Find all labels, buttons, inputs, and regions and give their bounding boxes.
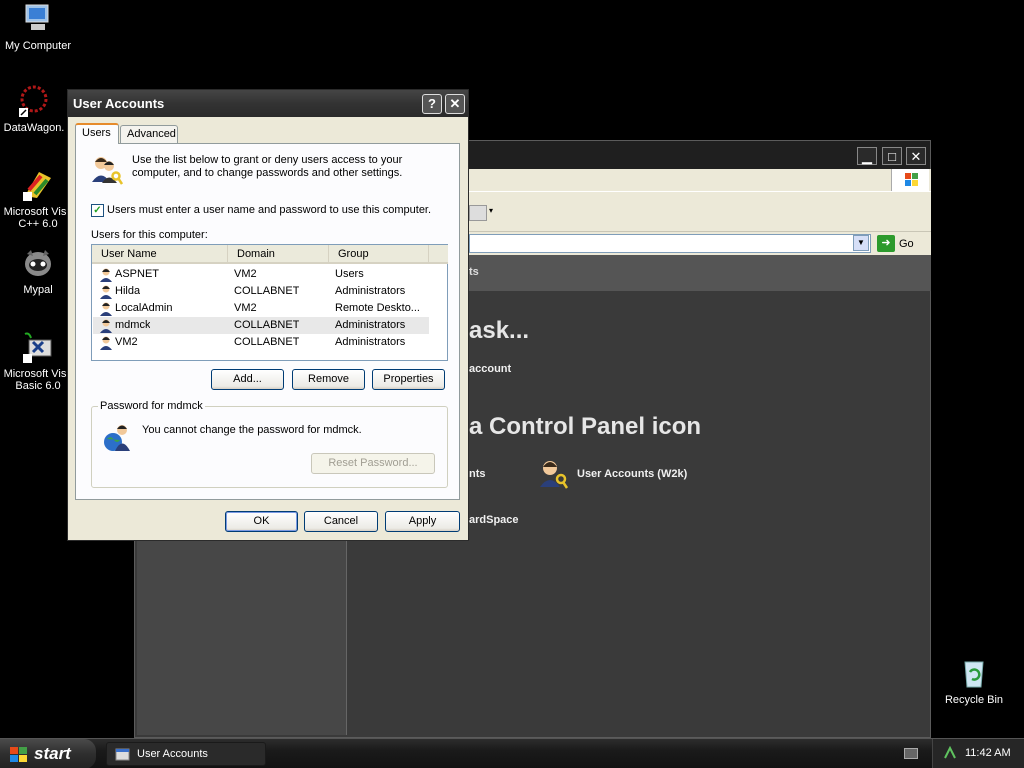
change-account-link[interactable]: account — [469, 363, 511, 375]
user-globe-icon — [102, 421, 134, 453]
network-icon[interactable] — [943, 745, 957, 760]
table-row-selected[interactable]: mdmck COLLABNET Administrators — [93, 317, 429, 334]
must-enter-password-checkbox[interactable]: ✓ — [91, 204, 104, 217]
apply-button[interactable]: Apply — [385, 511, 460, 532]
add-user-button[interactable]: Add... — [211, 369, 284, 390]
start-label: start — [34, 744, 71, 763]
desktop-icon-datawagon[interactable]: DataWagon. — [0, 84, 74, 134]
address-input[interactable] — [469, 234, 871, 253]
user-name-cell: mdmck — [115, 319, 151, 331]
user-accounts-task-icon — [115, 747, 130, 762]
header-band: ts — [469, 255, 931, 291]
user-name-cell: Hilda — [115, 285, 141, 297]
tab-users[interactable]: Users — [75, 123, 119, 144]
table-row[interactable]: VM2 COLLABNET Administrators — [93, 334, 429, 351]
user-name-cell: ASPNET — [115, 268, 160, 280]
header-band-text: ts — [469, 266, 479, 278]
domain-cell: VM2 — [234, 302, 257, 314]
cancel-button[interactable]: Cancel — [304, 511, 378, 532]
taskbar: start User Accounts 11:42 AM — [0, 738, 1024, 768]
ok-button[interactable]: OK — [225, 511, 298, 532]
toolbar: ▾ — [469, 191, 931, 231]
pick-control-panel-icon-heading: a Control Panel icon — [469, 413, 702, 440]
pick-a-task-heading: ask... — [469, 317, 530, 344]
column-header-group[interactable]: Group — [329, 245, 429, 264]
must-enter-password-label[interactable]: Users must enter a user name and passwor… — [107, 204, 431, 216]
cardspace-link[interactable]: ardSpace — [469, 514, 519, 526]
users-list-label: Users for this computer: — [91, 229, 208, 241]
column-header-user-name[interactable]: User Name — [92, 245, 228, 264]
visual-basic-icon — [21, 330, 55, 364]
taskbar-item-user-accounts[interactable]: User Accounts — [106, 742, 266, 766]
user-icon — [98, 284, 113, 299]
password-message: You cannot change the password for mdmck… — [142, 424, 362, 436]
go-arrow-icon[interactable]: ➜ — [877, 235, 895, 252]
remove-user-button[interactable]: Remove — [292, 369, 365, 390]
users-keys-icon — [89, 154, 124, 186]
reset-password-button[interactable]: Reset Password... — [311, 453, 435, 474]
dialog-title: User Accounts — [73, 96, 165, 111]
user-accounts-w2k-icon — [537, 459, 569, 489]
user-accounts-dialog: User Accounts ? ✕ Users Advanced Use the… — [67, 89, 469, 541]
domain-cell: VM2 — [234, 268, 257, 280]
desktop-icon-recycle-bin[interactable]: Recycle Bin — [934, 656, 1014, 706]
views-button[interactable] — [469, 205, 487, 221]
table-row[interactable]: Hilda COLLABNET Administrators — [93, 283, 429, 300]
maximize-button[interactable]: □ — [882, 147, 902, 165]
domain-cell: COLLABNET — [234, 336, 300, 348]
properties-button[interactable]: Properties — [372, 369, 445, 390]
table-row[interactable]: LocalAdmin VM2 Remote Deskto... — [93, 300, 429, 317]
computer-icon — [21, 2, 55, 36]
user-icon — [98, 318, 113, 333]
windows-flag-icon — [10, 747, 28, 762]
group-cell: Administrators — [335, 336, 406, 348]
domain-cell: COLLABNET — [234, 319, 300, 331]
group-cell: Users — [335, 268, 364, 280]
user-icon — [98, 267, 113, 282]
list-scroll-area — [429, 245, 448, 264]
user-icon — [98, 301, 113, 316]
password-groupbox: Password for mdmck You cannot change the… — [91, 400, 448, 488]
intro-text: Use the list below to grant or deny user… — [132, 154, 403, 179]
minimize-button[interactable]: ▁ — [857, 147, 877, 165]
clock[interactable]: 11:42 AM — [965, 747, 1011, 759]
group-cell: Administrators — [335, 319, 406, 331]
column-header-domain[interactable]: Domain — [228, 245, 329, 264]
close-button[interactable]: ✕ — [445, 94, 465, 114]
system-tray: 11:42 AM — [932, 739, 1024, 768]
table-row[interactable]: ASPNET VM2 Users — [93, 266, 429, 283]
keyboard-icon[interactable] — [904, 748, 918, 759]
user-name-cell: VM2 — [115, 336, 138, 348]
domain-cell: COLLABNET — [234, 285, 300, 297]
user-accounts-link[interactable]: nts — [469, 468, 486, 480]
datawagon-icon — [17, 84, 51, 118]
recycle-bin-icon — [957, 656, 991, 690]
address-dropdown-icon[interactable]: ▼ — [853, 235, 869, 251]
windows-logo-icon — [891, 169, 929, 191]
tab-advanced[interactable]: Advanced — [120, 125, 178, 144]
user-name-cell: LocalAdmin — [115, 302, 173, 314]
address-bar: ▼ ➜ Go — [469, 231, 931, 255]
password-group-label: Password for mdmck — [98, 400, 205, 412]
start-button[interactable]: start — [0, 739, 96, 768]
user-icon — [98, 335, 113, 350]
go-button[interactable]: Go — [899, 238, 914, 250]
dialog-titlebar[interactable]: User Accounts ? ✕ — [68, 90, 468, 117]
close-button[interactable]: ✕ — [906, 147, 926, 165]
user-accounts-w2k-link[interactable]: User Accounts (W2k) — [577, 468, 687, 480]
group-cell: Administrators — [335, 285, 406, 297]
taskbar-item-label: User Accounts — [137, 748, 208, 760]
visual-cpp-icon — [21, 168, 55, 202]
help-button[interactable]: ? — [422, 94, 442, 114]
mypal-browser-icon — [21, 246, 55, 280]
menu-bar — [469, 169, 931, 191]
users-list[interactable]: User Name Domain Group ASPNET VM2 Users … — [91, 244, 448, 361]
group-cell: Remote Deskto... — [335, 302, 420, 314]
desktop-icon-my-computer[interactable]: My Computer — [0, 2, 78, 52]
views-dropdown-icon[interactable]: ▾ — [489, 206, 493, 215]
users-tab-panel: Use the list below to grant or deny user… — [75, 143, 460, 500]
